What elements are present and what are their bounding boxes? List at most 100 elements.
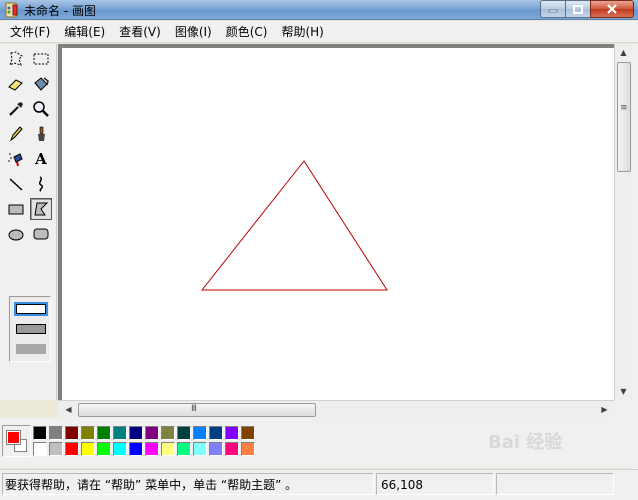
maximize-button[interactable] [565, 0, 591, 18]
text-tool[interactable]: A [30, 148, 52, 170]
airbrush-tool[interactable] [5, 148, 27, 170]
palette-swatch[interactable] [129, 426, 143, 440]
current-colors[interactable] [2, 425, 31, 457]
palette-swatch[interactable] [33, 442, 47, 456]
menu-colors[interactable]: 颜色(C) [219, 21, 275, 43]
menu-help[interactable]: 帮助(H) [274, 21, 330, 43]
color-picker-tool[interactable] [5, 98, 27, 120]
palette-swatch[interactable] [81, 442, 95, 456]
window-title: 未命名 - 画图 [24, 4, 96, 18]
line-tool[interactable] [5, 173, 27, 195]
brush-tool[interactable] [30, 123, 52, 145]
triangle-shape [200, 160, 388, 291]
canvas-area [58, 44, 632, 401]
foreground-color[interactable] [6, 430, 21, 445]
scroll-up-arrow-icon[interactable]: ▲ [615, 44, 632, 61]
status-coordinates: 66,108 [376, 473, 494, 495]
curve-tool[interactable] [30, 173, 52, 195]
minimize-icon [548, 9, 558, 13]
palette-swatch[interactable] [241, 442, 255, 456]
palette-swatch[interactable] [209, 442, 223, 456]
menu-image[interactable]: 图像(I) [168, 21, 219, 43]
palette-swatch[interactable] [193, 442, 207, 456]
palette-swatch[interactable] [177, 426, 191, 440]
close-icon [607, 4, 617, 14]
line-icon [9, 178, 23, 191]
palette-swatch[interactable] [113, 442, 127, 456]
fill-style-options [9, 296, 51, 362]
polygon-icon [34, 202, 49, 216]
polygon-tool[interactable] [30, 198, 52, 220]
rectangle-tool[interactable] [5, 198, 27, 220]
magnifier-icon [33, 101, 49, 117]
paint-icon[interactable] [4, 2, 20, 18]
scroll-down-arrow-icon[interactable]: ▼ [615, 383, 632, 400]
status-size-panel [496, 473, 614, 495]
palette-swatch[interactable] [161, 442, 175, 456]
pencil-icon [9, 126, 23, 142]
ellipse-tool[interactable] [5, 223, 27, 245]
palette-swatch[interactable] [145, 442, 159, 456]
palette-swatch[interactable] [225, 442, 239, 456]
fill-style-fill-only[interactable] [14, 342, 48, 356]
text-icon: A [35, 150, 47, 168]
status-bar: 要获得帮助，请在 “帮助” 菜单中，单击 “帮助主题” 。 66,108 [0, 469, 638, 500]
color-picker-icon [9, 102, 23, 116]
palette-swatch[interactable] [225, 426, 239, 440]
maximize-icon [573, 4, 583, 14]
magnifier-tool[interactable] [30, 98, 52, 120]
window-edge [632, 44, 638, 474]
palette-swatch[interactable] [65, 442, 79, 456]
horizontal-scrollbar[interactable]: ◀ III ▶ [58, 400, 614, 418]
rect-select-tool[interactable] [30, 48, 52, 70]
free-select-tool[interactable] [5, 48, 27, 70]
palette-swatch[interactable] [177, 442, 191, 456]
palette-swatch[interactable] [65, 426, 79, 440]
curve-icon [38, 176, 43, 192]
watermark: Bai 经验 [488, 432, 563, 453]
menu-edit[interactable]: 编辑(E) [57, 21, 112, 43]
palette-swatch[interactable] [161, 426, 175, 440]
eraser-tool[interactable] [5, 73, 27, 95]
rect-select-icon [33, 53, 49, 65]
palette-swatch[interactable] [97, 426, 111, 440]
menu-view[interactable]: 查看(V) [112, 21, 168, 43]
palette-swatch[interactable] [97, 442, 111, 456]
rounded-rect-icon [33, 228, 49, 240]
horizontal-scroll-thumb[interactable]: III [78, 403, 316, 417]
palette-swatch[interactable] [193, 426, 207, 440]
palette-swatch[interactable] [241, 426, 255, 440]
pencil-tool[interactable] [5, 123, 27, 145]
palette-swatch[interactable] [145, 426, 159, 440]
scroll-left-arrow-icon[interactable]: ◀ [60, 401, 77, 418]
palette-swatch[interactable] [81, 426, 95, 440]
palette-swatch[interactable] [129, 442, 143, 456]
drawing-canvas[interactable] [62, 48, 614, 401]
airbrush-icon [8, 153, 23, 167]
vertical-scrollbar[interactable]: ▲ ≡ ▼ [614, 44, 632, 400]
palette-swatch[interactable] [49, 426, 63, 440]
status-help-text: 要获得帮助，请在 “帮助” 菜单中，单击 “帮助主题” 。 [2, 473, 374, 495]
color-box: Bai 经验 [0, 418, 638, 468]
menu-bar: 文件(F) 编辑(E) 查看(V) 图像(I) 颜色(C) 帮助(H) [0, 21, 638, 43]
palette-swatch[interactable] [33, 426, 47, 440]
rectangle-icon [8, 204, 24, 215]
fill-tool[interactable] [30, 73, 52, 95]
free-select-icon [9, 51, 23, 66]
vertical-scroll-thumb[interactable]: ≡ [617, 62, 631, 172]
fill-style-outline-fill[interactable] [14, 322, 48, 336]
fill-icon [34, 77, 49, 91]
eraser-icon [8, 79, 23, 91]
palette-swatch[interactable] [49, 442, 63, 456]
fill-style-outline[interactable] [14, 302, 48, 316]
title-bar[interactable]: 未命名 - 画图 [0, 0, 638, 20]
scroll-corner [614, 400, 632, 418]
minimize-button[interactable] [540, 0, 566, 18]
palette-swatch[interactable] [209, 426, 223, 440]
rounded-rect-tool[interactable] [30, 223, 52, 245]
palette-swatch[interactable] [113, 426, 127, 440]
brush-icon [38, 126, 45, 141]
menu-file[interactable]: 文件(F) [3, 21, 57, 43]
scroll-right-arrow-icon[interactable]: ▶ [596, 401, 613, 418]
close-button[interactable] [590, 0, 634, 18]
